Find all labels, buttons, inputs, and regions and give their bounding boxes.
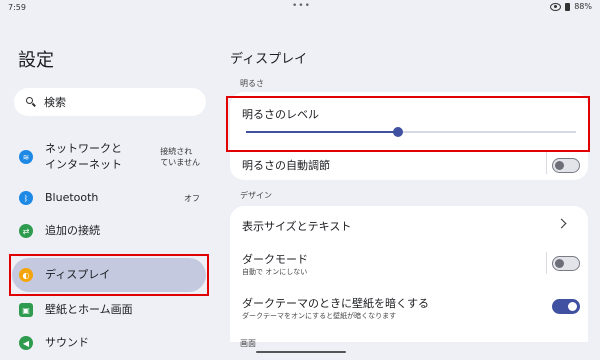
sidebar-item-label: ネットワークと インターネット: [45, 142, 122, 171]
settings-sidebar: 設定 検索 ≋ ネットワークと インターネット 接続され ていません ᛒ Blu…: [0, 16, 218, 360]
sidebar-item-bluetooth[interactable]: ᛒ Bluetooth オフ: [12, 188, 206, 208]
status-right: 88%: [550, 2, 592, 11]
wifi-icon: ≋: [19, 150, 33, 164]
more-dots-icon: •••: [292, 1, 311, 11]
sidebar-item-label: サウンド: [45, 336, 89, 349]
search-label: 検索: [44, 96, 66, 109]
bluetooth-icon: ᛒ: [19, 191, 33, 205]
auto-brightness-toggle[interactable]: [552, 158, 580, 173]
sidebar-item-sound[interactable]: ◀ サウンド: [12, 333, 206, 353]
section-design: デザイン: [240, 191, 272, 200]
page-title: 設定: [18, 50, 54, 71]
search-bar[interactable]: 検索: [14, 88, 206, 116]
eye-icon: [550, 2, 562, 11]
chevron-right-icon[interactable]: [556, 218, 567, 229]
wallpaper-icon: ▣: [19, 303, 33, 317]
sidebar-item-wallpaper[interactable]: ▣ 壁紙とホーム画面: [12, 300, 206, 320]
design-card: 表示サイズとテキスト ダークモード 自動で オンにしない ダークテーマのときに壁…: [230, 206, 588, 342]
dark-wallpaper-label[interactable]: ダークテーマのときに壁紙を暗くする: [242, 295, 429, 311]
sidebar-item-label: 壁紙とホーム画面: [45, 303, 133, 316]
auto-brightness-label[interactable]: 明るさの自動調節: [242, 157, 330, 173]
dark-wallpaper-sub: ダークテーマをオンにすると壁紙が暗くなります: [242, 312, 397, 320]
highlight-box-display: [9, 254, 209, 296]
section-brightness: 明るさ: [240, 79, 264, 88]
divider: [546, 252, 547, 274]
dark-mode-label[interactable]: ダークモード: [242, 251, 308, 267]
battery-level: 88%: [574, 2, 592, 11]
sidebar-item-connections[interactable]: ⇄ 追加の接続: [12, 221, 206, 241]
display-settings-pane: ディスプレイ 明るさ 明るさのレベル 明るさの自動調節 デザイン 表示サイズとテ…: [218, 16, 600, 360]
sidebar-item-label: Bluetooth: [45, 191, 99, 204]
highlight-box-brightness: [226, 96, 590, 152]
display-title: ディスプレイ: [230, 52, 308, 67]
scroll-handle: [256, 351, 346, 353]
sidebar-item-label: 追加の接続: [45, 224, 100, 237]
status-bar: 7:59 ••• 88%: [0, 0, 600, 16]
divider: [546, 152, 547, 174]
section-screen: 画面: [240, 339, 256, 348]
battery-icon: [565, 2, 571, 11]
status-time: 7:59: [8, 3, 26, 12]
dark-wallpaper-toggle[interactable]: [552, 299, 580, 314]
sound-icon: ◀: [19, 336, 33, 350]
sidebar-item-status: 接続され ていません: [160, 147, 200, 167]
display-size-label[interactable]: 表示サイズとテキスト: [242, 218, 351, 234]
dark-mode-toggle[interactable]: [552, 256, 580, 271]
dark-mode-sub: 自動で オンにしない: [242, 268, 308, 276]
sidebar-item-network[interactable]: ≋ ネットワークと インターネット 接続され ていません: [12, 141, 206, 173]
connected-devices-icon: ⇄: [19, 224, 33, 238]
sidebar-item-status: オフ: [184, 193, 200, 203]
search-icon: [26, 97, 36, 107]
